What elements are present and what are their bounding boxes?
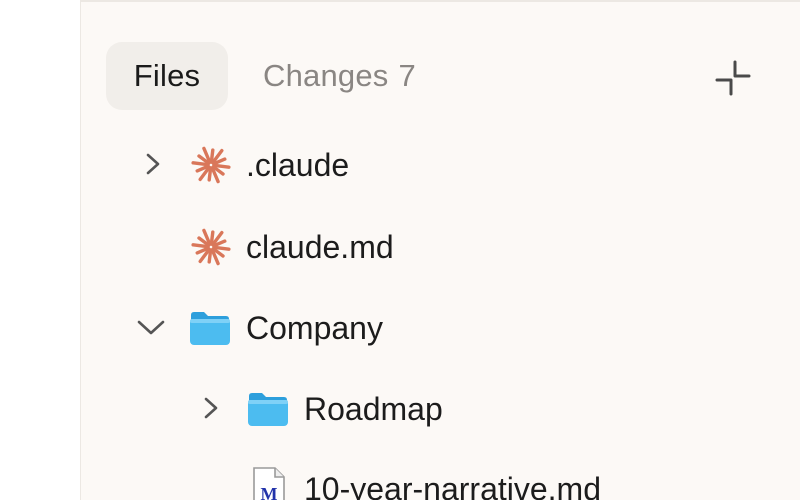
tree-item-label: 10-year-narrative.md — [304, 471, 601, 500]
tab-changes-label: Changes — [263, 58, 389, 93]
tree-row-claude-dir[interactable]: .claude — [81, 134, 800, 194]
tree-row-roadmap[interactable]: Roadmap — [81, 378, 800, 438]
claude-asterisk-icon — [189, 143, 233, 187]
tree-row-company[interactable]: Company — [81, 297, 800, 357]
markdown-file-icon: M — [247, 466, 291, 500]
tree-row-claude-md[interactable]: claude.md — [81, 216, 800, 276]
tab-files[interactable]: Files — [106, 42, 228, 110]
chevron-down-icon[interactable] — [136, 312, 166, 342]
svg-text:M: M — [261, 484, 278, 500]
tree-item-label: Company — [246, 310, 383, 346]
app-window: Files Changes 7 .claude claude.md Compan… — [0, 0, 800, 500]
tree-item-label: claude.md — [246, 229, 394, 265]
file-explorer-panel: Files Changes 7 .claude claude.md Compan… — [80, 0, 800, 500]
chevron-right-icon[interactable] — [138, 149, 168, 179]
claude-asterisk-icon — [189, 225, 233, 269]
tree-item-label: Roadmap — [304, 391, 443, 427]
tab-files-label: Files — [133, 58, 201, 93]
changes-count: 7 — [398, 58, 416, 93]
tree-item-label: .claude — [246, 147, 350, 183]
folder-icon — [246, 387, 290, 431]
folder-icon — [188, 306, 232, 350]
chevron-right-icon[interactable] — [196, 393, 226, 423]
tree-row-10-year-narrative[interactable]: M 10-year-narrative.md — [81, 458, 800, 500]
tab-changes[interactable]: Changes 7 — [263, 42, 416, 110]
collapse-button[interactable] — [711, 58, 755, 98]
collapse-icon — [715, 60, 751, 96]
